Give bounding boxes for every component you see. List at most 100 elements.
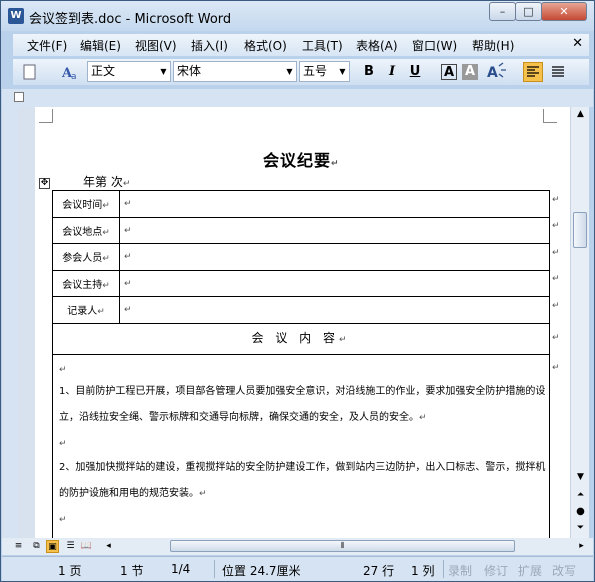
divider (214, 560, 215, 578)
maximize-button[interactable]: □ (515, 2, 542, 21)
row-value-cell[interactable]: ↵ (119, 216, 550, 244)
reading-view-icon[interactable]: 📖 (80, 540, 93, 553)
record-indicator[interactable]: 录制 (448, 562, 472, 579)
normal-view-icon[interactable]: ≡ (12, 540, 25, 553)
next-page-icon[interactable]: ⏷ (574, 523, 587, 533)
chevron-down-icon[interactable]: ▼ (336, 62, 349, 81)
document-page[interactable]: 会议纪要↵ 年第 次↵ ✥ 会议时间↵ ↵ 会议地点↵ ↵ 参会人员↵ ↵ 会议主持↵… (35, 107, 570, 538)
row-label-text: 参会人员 (62, 253, 103, 265)
char-shading-button[interactable]: A (462, 64, 478, 80)
table-row: 会议地点↵ ↵ (52, 216, 550, 244)
underline-button[interactable]: U (405, 62, 425, 82)
paragraph-2: 2、加强加快搅拌站的建设，重视搅拌站的安全防护建设工作，做到站内三边防护，出入口… (59, 462, 546, 499)
scroll-up-icon[interactable]: ▲ (574, 109, 587, 119)
menu-table[interactable]: 表格(A) (356, 37, 398, 54)
table-move-handle-icon[interactable]: ✥ (39, 178, 50, 189)
vertical-scrollbar[interactable]: ▲ ▼ ⏶ ● ⏷ (570, 107, 589, 538)
bold-button[interactable]: B (359, 62, 379, 82)
menu-tools[interactable]: 工具(T) (302, 37, 343, 54)
previous-page-icon[interactable]: ⏶ (574, 490, 587, 500)
font-size-combo[interactable]: 五号 ▼ (299, 61, 350, 82)
row-label: 会议时间↵ (52, 190, 120, 218)
row-value-cell[interactable]: ↵ (119, 243, 550, 271)
horizontal-ruler (2, 89, 593, 107)
menu-window[interactable]: 窗口(W) (412, 37, 457, 54)
row-value-cell[interactable]: ↵ (119, 296, 550, 324)
content-body[interactable]: ↵ 1、目前防护工程已开展，项目部各管理人员要加强安全意识，对沿线施工的作业，要… (52, 355, 550, 538)
styles-icon[interactable]: Aa (61, 63, 81, 85)
document-title: 会议纪要↵ (263, 151, 340, 170)
svg-text:A: A (487, 65, 498, 81)
formatting-toolbar: Aa 正文 ▼ 宋体 ▼ 五号 ▼ B I U A A A (13, 59, 589, 85)
content-header: 会 议 内 容↵ (52, 322, 550, 355)
word-window: W 会议签到表.doc - Microsoft Word – □ ✕ 文件(F)… (0, 0, 595, 582)
status-section: 1 节 (120, 564, 144, 578)
track-changes-indicator[interactable]: 修订 (484, 562, 508, 579)
close-button[interactable]: ✕ (541, 2, 587, 21)
row-value-cell[interactable]: ↵ (119, 269, 550, 297)
font-size-value: 五号 (303, 64, 328, 78)
paragraph-1-text: 1、目前防护工程已开展，项目部各管理人员要加强安全意识，对沿线施工的作业，要求加… (59, 386, 546, 423)
overtype-indicator[interactable]: 改写 (552, 562, 576, 579)
row-end-mark: ↵ (552, 274, 560, 284)
extend-indicator[interactable]: 扩展 (518, 562, 542, 579)
print-view-icon[interactable]: ▣ (46, 540, 59, 553)
italic-button[interactable]: I (382, 62, 402, 82)
table-row: 记录人↵ ↵ (52, 296, 550, 324)
row-label-text: 会议主持 (62, 279, 103, 291)
title-bar: W 会议签到表.doc - Microsoft Word – □ ✕ (1, 1, 594, 31)
row-label-text: 会议地点 (62, 226, 103, 238)
row-value-cell[interactable]: ↵ (119, 190, 550, 218)
status-pages: 1/4 (171, 562, 191, 576)
word-app-icon[interactable]: W (8, 8, 24, 24)
menu-format[interactable]: 格式(O) (244, 37, 287, 54)
menu-view[interactable]: 视图(V) (135, 37, 177, 54)
vertical-scroll-thumb[interactable] (573, 212, 587, 248)
outline-view-icon[interactable]: ☰ (64, 540, 77, 553)
minimize-button[interactable]: – (489, 2, 516, 21)
text-effects-icon[interactable]: A (485, 62, 511, 84)
corner-mark (39, 109, 53, 123)
menu-file[interactable]: 文件(F) (27, 37, 67, 54)
menu-help[interactable]: 帮助(H) (472, 37, 514, 54)
tab-selector-icon[interactable] (14, 92, 24, 102)
menu-bar: 文件(F) 编辑(E) 视图(V) 插入(I) 格式(O) 工具(T) 表格(A… (13, 34, 589, 56)
vertical-ruler (4, 107, 18, 538)
style-combo[interactable]: 正文 ▼ (87, 61, 171, 82)
justify-icon[interactable] (549, 63, 567, 85)
menu-edit[interactable]: 编辑(E) (80, 37, 121, 54)
chevron-down-icon[interactable]: ▼ (283, 62, 296, 81)
title-text: 会议纪要 (263, 151, 332, 170)
align-left-icon (527, 66, 539, 77)
align-left-button[interactable] (523, 62, 543, 82)
content-header-text: 会 议 内 容 (251, 331, 339, 345)
web-view-icon[interactable]: ⧉ (30, 540, 43, 553)
scroll-left-icon[interactable]: ◂ (102, 540, 115, 553)
empty-paragraph: ↵ (59, 515, 67, 525)
row-label-text: 记录人 (67, 306, 98, 318)
row-label: 会议地点↵ (52, 216, 120, 244)
divider (443, 560, 444, 578)
menu-insert[interactable]: 插入(I) (191, 37, 228, 54)
doc-close-icon[interactable]: ✕ (572, 36, 583, 51)
status-column: 1 列 (411, 564, 435, 578)
row-end-mark: ↵ (552, 221, 560, 231)
paragraph-2-text: 2、加强加快搅拌站的建设，重视搅拌站的安全防护建设工作，做到站内三边防护，出入口… (59, 462, 546, 499)
row-end-mark: ↵ (552, 363, 560, 373)
document-area: 会议纪要↵ 年第 次↵ ✥ 会议时间↵ ↵ 会议地点↵ ↵ 参会人员↵ ↵ 会议主持↵… (2, 107, 570, 538)
scroll-down-icon[interactable]: ▼ (574, 472, 587, 482)
window-title: 会议签到表.doc - Microsoft Word (29, 12, 232, 27)
font-combo[interactable]: 宋体 ▼ (173, 61, 297, 82)
table-row: 参会人员↵ ↵ (52, 243, 550, 271)
horizontal-scroll-thumb[interactable]: ⦀ (170, 540, 515, 552)
new-document-icon[interactable] (23, 64, 37, 86)
table-row: 会议时间↵ ↵ (52, 190, 550, 218)
row-end-mark: ↵ (552, 248, 560, 258)
corner-mark (543, 109, 557, 123)
browse-object-icon[interactable]: ● (574, 506, 587, 517)
year-text: 年第 次 (83, 175, 123, 189)
svg-text:a: a (71, 72, 77, 82)
char-border-button[interactable]: A (441, 64, 457, 80)
scroll-right-icon[interactable]: ▸ (575, 540, 588, 553)
chevron-down-icon[interactable]: ▼ (157, 62, 170, 81)
